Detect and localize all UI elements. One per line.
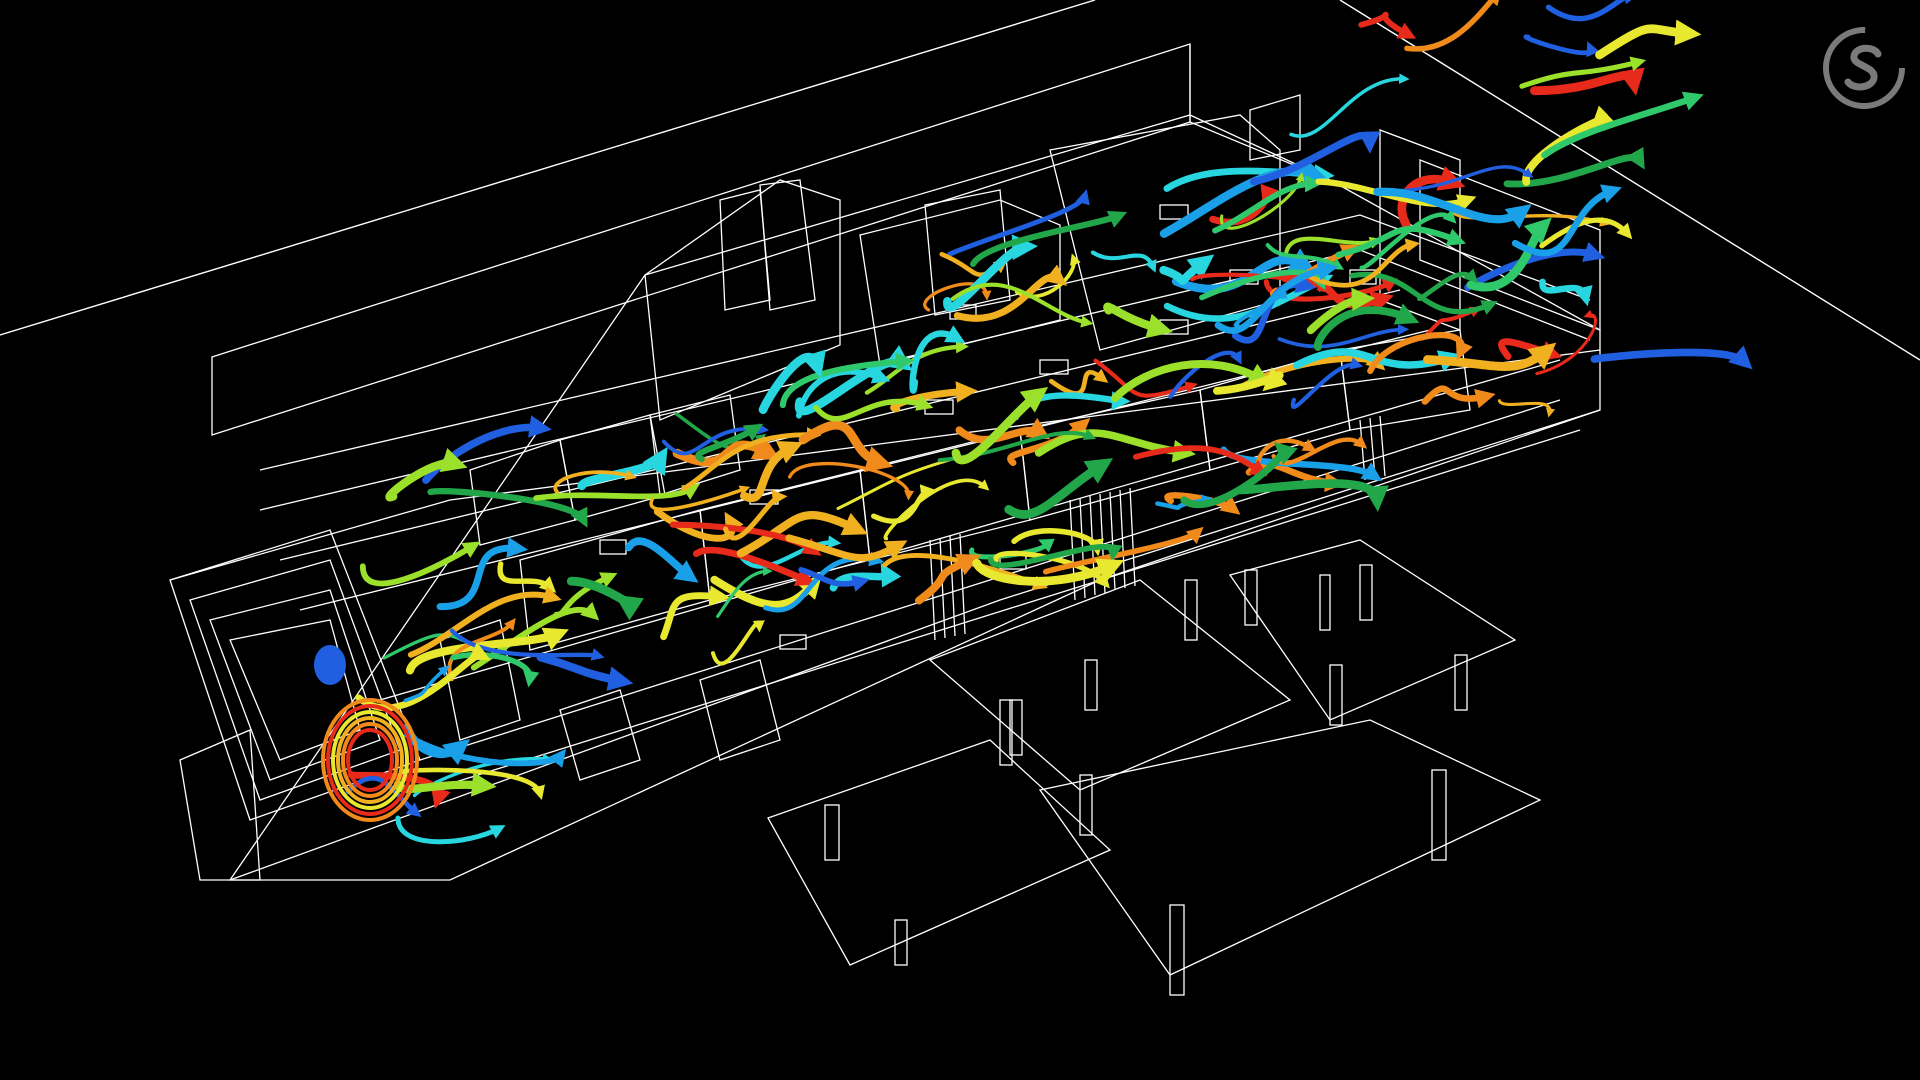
streamline	[497, 561, 557, 593]
streamline	[1011, 527, 1104, 557]
streamline	[813, 395, 934, 422]
streamline	[1289, 73, 1410, 138]
vortex-streamline	[346, 728, 394, 792]
streamline	[1235, 479, 1389, 512]
streamline	[533, 483, 701, 501]
streamline	[798, 420, 894, 472]
streamline	[1539, 217, 1633, 249]
streamline	[1545, 0, 1641, 22]
streamline	[422, 415, 552, 484]
cfd-viewport[interactable]	[0, 0, 1920, 1080]
airflow-streamlines	[314, 0, 1753, 845]
streamline	[536, 653, 634, 691]
streamline	[1541, 91, 1704, 159]
streamline	[758, 349, 826, 415]
cfd-airflow-scene	[0, 0, 1920, 996]
streamline	[1404, 0, 1502, 52]
streamline	[788, 461, 915, 501]
vortex-streamline	[341, 722, 399, 798]
streamline	[1004, 458, 1114, 519]
streamline	[1048, 368, 1109, 396]
streamline	[1464, 241, 1606, 291]
streamline	[1277, 323, 1410, 349]
streamline	[1103, 302, 1173, 339]
swirl-s-logo-icon	[1823, 27, 1905, 109]
inlet-blob	[314, 645, 346, 685]
streamline	[1523, 34, 1600, 58]
streamline	[1590, 345, 1753, 370]
streamline	[909, 325, 966, 394]
streamline	[624, 537, 699, 583]
streamline	[711, 620, 765, 666]
streamline	[1423, 342, 1557, 371]
streamline	[359, 541, 481, 587]
streamline	[649, 485, 751, 512]
streamline	[1595, 19, 1702, 60]
streamline	[1271, 435, 1368, 466]
streamline	[395, 815, 506, 845]
streamline	[660, 585, 731, 641]
